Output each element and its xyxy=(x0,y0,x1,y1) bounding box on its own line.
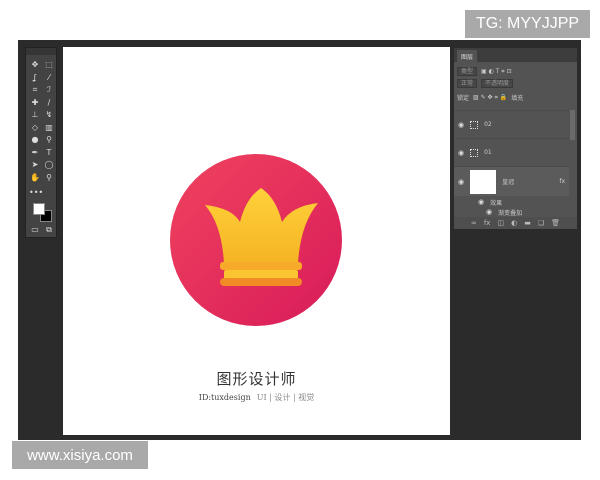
gradient-icon[interactable]: ▥ xyxy=(43,123,55,133)
fx-icon[interactable]: fx xyxy=(559,178,565,185)
path-select-icon[interactable]: ➤ xyxy=(29,160,41,170)
effects-row[interactable]: ◉ 效果 xyxy=(454,198,569,207)
visibility-eye-icon[interactable]: ◉ xyxy=(478,198,484,206)
eraser-icon[interactable]: ◇ xyxy=(29,123,41,133)
hand-icon[interactable]: ✋ xyxy=(29,173,41,183)
tab-layers[interactable]: 图层 xyxy=(457,50,478,63)
visibility-eye-icon[interactable]: ◉ xyxy=(486,208,492,216)
history-brush-icon[interactable]: ↯ xyxy=(43,110,55,120)
link-icon[interactable]: ∞ xyxy=(471,219,477,227)
move-icon[interactable]: ✥ xyxy=(29,60,41,70)
stamp-icon[interactable]: ⊥ xyxy=(29,110,41,120)
visibility-eye-icon[interactable]: ◉ xyxy=(458,149,464,157)
tools-panel-header[interactable] xyxy=(26,48,56,55)
design-title: 图形设计师 xyxy=(216,370,297,388)
quick-mask-icon[interactable]: ▭ xyxy=(29,225,41,235)
ellipse-icon[interactable]: ◯ xyxy=(43,160,55,170)
visibility-eye-icon[interactable]: ◉ xyxy=(458,178,464,186)
eyedropper-icon[interactable]: ℐ xyxy=(43,85,55,95)
layer-row[interactable]: ◉ 02 xyxy=(454,110,569,138)
healing-icon[interactable]: ✚ xyxy=(29,98,41,108)
folder-icon[interactable]: ▬ xyxy=(524,219,531,227)
new-layer-icon[interactable]: ❏ xyxy=(538,219,544,227)
more-tools-icon[interactable]: ••• xyxy=(29,188,43,198)
zoom-icon[interactable]: ⚲ xyxy=(43,173,55,183)
design-tags: UI | 设计 | 视觉 xyxy=(256,393,315,402)
design-subtitle: ID:tuxdesign UI | 设计 | 视觉 xyxy=(63,392,450,403)
layer-thumbnail xyxy=(470,169,497,194)
screen-mode-icon[interactable]: ⧉ xyxy=(43,225,55,235)
magic-wand-icon[interactable]: ⁄ xyxy=(43,73,55,83)
tools-panel: ✥ ⬚ ʆ ⁄ ⌗ ℐ ✚ / ⊥ ↯ ◇ ▥ ● ⚲ ✒ T ➤ ◯ ✋ ⚲ ••• ▭ ⧉ xyxy=(25,47,57,238)
fill-label[interactable]: 填充 xyxy=(511,93,523,102)
crown-band xyxy=(220,262,302,270)
mask-icon[interactable]: ◫ xyxy=(497,219,504,227)
foreground-color-swatch[interactable] xyxy=(33,203,45,215)
layer-row[interactable]: ◉ 皇冠 fx xyxy=(454,166,569,196)
brush-icon[interactable]: / xyxy=(43,98,55,108)
design-id: ID:tuxdesign xyxy=(198,393,251,402)
blend-mode-select[interactable]: 正常 xyxy=(457,79,478,88)
opacity-field[interactable]: 不透明度 xyxy=(481,79,514,88)
filter-icons[interactable]: ▣ ◐ T ⌗ ⊡ xyxy=(481,68,512,76)
gradient-overlay-label: 渐变叠加 xyxy=(498,209,523,217)
lock-icons[interactable]: ▨ ✎ ✥ ⌗ 🔒 xyxy=(473,94,507,102)
visibility-eye-icon[interactable]: ◉ xyxy=(458,121,464,129)
layer-name: 01 xyxy=(484,149,492,156)
crop-icon[interactable]: ⌗ xyxy=(29,85,41,95)
watermark-bottom: www.xisiya.com xyxy=(12,441,148,469)
blur-icon[interactable]: ● xyxy=(29,135,41,145)
layer-row[interactable]: ◉ 01 xyxy=(454,138,569,166)
lasso-icon[interactable]: ʆ xyxy=(29,73,41,83)
layers-footer: ∞ fx ◫ ◐ ▬ ❏ 🗑 xyxy=(454,217,577,229)
type-icon[interactable]: T xyxy=(43,148,55,158)
layer-filter-select[interactable]: 类型 xyxy=(457,67,478,76)
dodge-icon[interactable]: ⚲ xyxy=(43,135,55,145)
artboard-icon xyxy=(470,148,479,157)
marquee-icon[interactable]: ⬚ xyxy=(43,60,55,70)
adjustment-icon[interactable]: ◐ xyxy=(511,219,517,227)
layers-scrollbar[interactable] xyxy=(570,110,575,140)
artboard-icon xyxy=(470,120,479,129)
effect-row[interactable]: ◉ 渐变叠加 xyxy=(454,208,569,217)
pen-icon[interactable]: ✒ xyxy=(29,148,41,158)
trash-icon[interactable]: 🗑 xyxy=(551,219,560,227)
layer-name: 02 xyxy=(484,121,492,128)
lock-label: 锁定 xyxy=(457,95,470,102)
effects-label: 效果 xyxy=(490,199,503,207)
add-style-icon[interactable]: fx xyxy=(484,219,491,227)
layer-name: 皇冠 xyxy=(502,179,515,186)
layers-panel: 图层 类型 ▣ ◐ T ⌗ ⊡ 正常 不透明度 锁定 ▨ ✎ ✥ ⌗ 🔒 填充 ◉ 02 … xyxy=(453,47,578,230)
